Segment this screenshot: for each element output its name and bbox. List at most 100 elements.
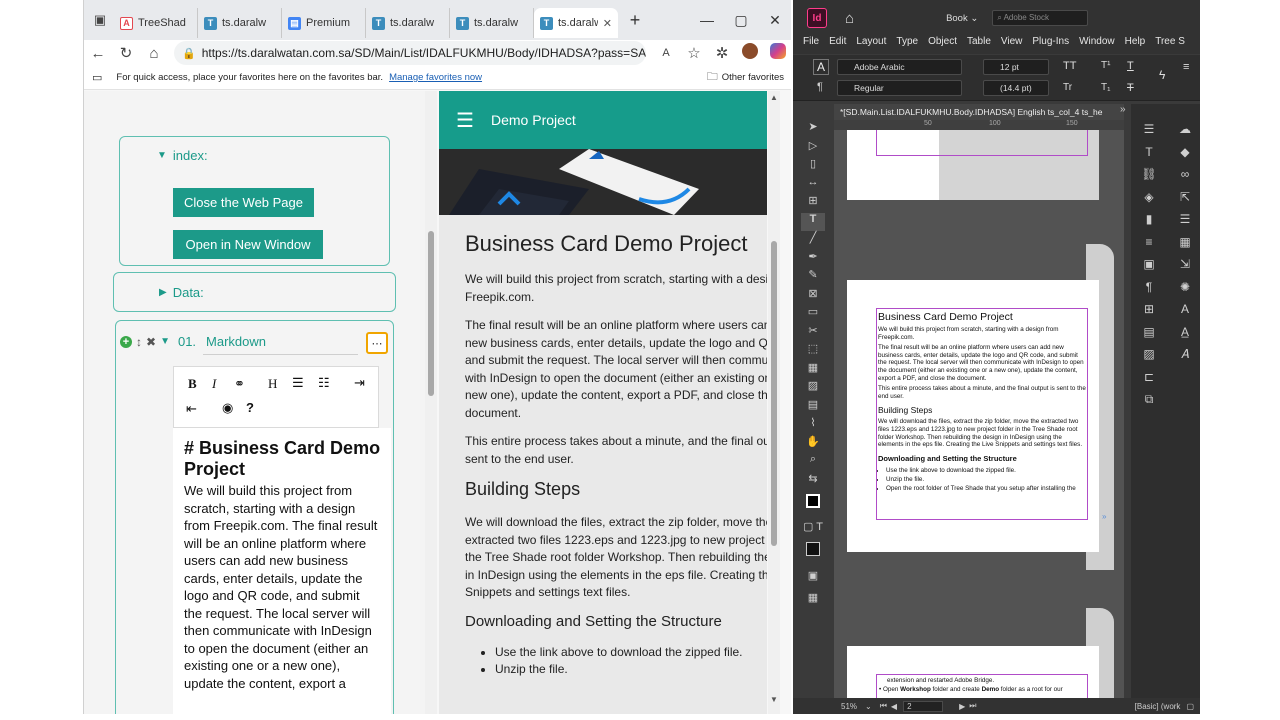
last-page-icon[interactable]: ⏭ — [969, 701, 976, 711]
data-node-header[interactable]: ▶ Data: — [159, 285, 204, 300]
scissors-tool-icon[interactable]: ✂ — [801, 324, 825, 343]
close-web-page-button[interactable]: Close the Web Page — [173, 188, 314, 217]
browser-tab-4[interactable]: T ts.daralw — [450, 8, 534, 38]
rectangle-frame-tool-icon[interactable]: ⊠ — [801, 287, 825, 306]
pencil-tool-icon[interactable]: ✎ — [801, 268, 825, 287]
help-icon[interactable]: ? — [246, 400, 254, 415]
heading-icon[interactable]: H — [268, 376, 277, 392]
scrollbar-thumb[interactable] — [771, 241, 777, 546]
font-family-field[interactable]: Adobe Arabic — [837, 59, 962, 75]
preview-mode-icon[interactable]: ▦ — [801, 591, 825, 610]
bookmarks-panel-icon[interactable]: ▮ — [1139, 208, 1159, 231]
lightning-icon[interactable]: ϟ — [1159, 68, 1165, 82]
adobe-stock-search[interactable]: ⌕ Adobe Stock — [992, 10, 1089, 26]
text-frame[interactable]: Business Card Demo Project We will build… — [876, 308, 1088, 520]
character-styles-icon[interactable]: A̲ — [1174, 321, 1196, 344]
subscript-icon[interactable]: T₁ — [1101, 82, 1110, 93]
links-panel-icon[interactable]: ⛓ — [1139, 163, 1159, 186]
leading-field[interactable]: (14.4 pt) — [983, 80, 1049, 96]
paragraph-styles-icon[interactable]: 𝐴 — [1174, 343, 1196, 366]
line-tool-icon[interactable]: ╱ — [801, 231, 825, 250]
workspaces-icon[interactable]: ▣ — [86, 12, 114, 28]
add-icon[interactable]: + — [120, 335, 132, 348]
next-page-icon[interactable]: ▶ — [959, 702, 965, 711]
scroll-down-icon[interactable]: ▼ — [770, 695, 778, 704]
stack-panel-icon[interactable]: ◆ — [1174, 141, 1196, 164]
browser-tab-3[interactable]: T ts.daralw — [366, 8, 450, 38]
color-panel-icon[interactable]: ▨ — [1139, 343, 1159, 366]
cc-libraries-icon[interactable]: ▣ — [1139, 253, 1159, 276]
swatches-panel-icon[interactable]: ▤ — [1139, 321, 1159, 344]
formatting-affects-icon[interactable]: ▢ T — [801, 520, 825, 539]
character-mode-icon[interactable]: A — [813, 59, 830, 75]
zoom-level[interactable]: 51% — [841, 702, 857, 711]
document-tab[interactable]: *[SD.Main.List.IDALFUKMHU.Body.IDHADSA] … — [834, 104, 1124, 120]
extensions-icon[interactable]: ✲ — [708, 44, 736, 62]
workspace-switcher[interactable]: Book ⌄ — [946, 13, 978, 24]
menu-file[interactable]: File — [803, 36, 819, 54]
document-canvas[interactable]: 50 100 150 Business Card Demo Project We… — [834, 120, 1124, 698]
refresh-icon[interactable]: ↻ — [112, 44, 140, 62]
move-icon[interactable]: ↕ — [136, 335, 142, 349]
home-icon[interactable]: ⌂ — [140, 45, 168, 62]
normal-mode-icon[interactable] — [801, 539, 825, 569]
preflight-status[interactable]: [Basic] (work — [1135, 702, 1181, 711]
close-window-icon[interactable]: ✕ — [758, 12, 791, 29]
bullet-list-icon[interactable]: ☰ — [292, 375, 304, 391]
browser-tab-0[interactable]: A TreeShad — [114, 8, 198, 38]
underline-icon[interactable]: T — [1127, 60, 1134, 72]
preview-toggle-button[interactable]: ⋯ — [366, 332, 388, 354]
italic-icon[interactable]: I — [212, 376, 216, 392]
rectangle-tool-icon[interactable]: ▭ — [801, 305, 825, 324]
content-collector-icon[interactable]: ⊞ — [801, 194, 825, 213]
expanded-triangle-icon[interactable]: ▼ — [160, 336, 170, 347]
gradient-swatch-tool-icon[interactable]: ▦ — [801, 361, 825, 380]
type-tool-icon[interactable]: T — [801, 212, 825, 231]
screen-mode-icon[interactable]: ▣ — [801, 569, 825, 591]
overset-text-icon[interactable]: » — [1102, 512, 1106, 521]
minimize-icon[interactable]: — — [690, 12, 724, 28]
scroll-up-icon[interactable]: ▲ — [770, 93, 778, 102]
strikethrough-icon[interactable]: T — [1127, 82, 1134, 94]
zoom-dropdown-icon[interactable]: ⌄ — [865, 702, 872, 711]
menu-plug-ins[interactable]: Plug-Ins — [1032, 36, 1069, 54]
link-chain-icon[interactable]: ∞ — [1174, 163, 1196, 186]
align-panel-icon[interactable]: ⊏ — [1139, 366, 1159, 389]
copilot-icon[interactable] — [764, 43, 791, 63]
hyperlinks-panel-icon[interactable]: ≡ — [1139, 231, 1159, 254]
prev-page-icon[interactable]: ◀ — [891, 702, 897, 711]
gradient-feather-tool-icon[interactable]: ▨ — [801, 379, 825, 398]
superscript-icon[interactable]: T¹ — [1101, 60, 1110, 71]
pages-panel-icon[interactable]: ☰ — [1139, 118, 1159, 141]
delete-icon[interactable]: ✖ — [146, 335, 156, 349]
collapse-panels-icon[interactable]: » — [1120, 104, 1126, 115]
menu-lines-icon[interactable]: ☰ — [1174, 208, 1196, 231]
browser-tab-1[interactable]: T ts.daralw — [198, 8, 282, 38]
next-page-text-frame[interactable]: extension and restarted Adobe Bridge. • … — [876, 674, 1088, 698]
new-tab-icon[interactable]: + — [618, 10, 652, 31]
outdent-icon[interactable]: ⇤ — [186, 401, 197, 417]
preview-pane-scrollbar[interactable]: ▲ ▼ — [768, 91, 780, 714]
close-tab-icon[interactable]: ✕ — [603, 17, 612, 30]
browser-tab-5[interactable]: T ts.daralw ✕ — [534, 8, 618, 38]
numbered-list-icon[interactable]: ☷ — [318, 375, 330, 391]
first-page-icon[interactable]: ⏮ — [880, 701, 887, 711]
panel-menu-icon[interactable]: ≡ — [1183, 61, 1189, 73]
favorite-star-icon[interactable]: ☆ — [680, 44, 708, 62]
read-aloud-icon[interactable]: A — [652, 47, 680, 59]
font-size-field[interactable]: 12 pt — [983, 59, 1049, 75]
menu-table[interactable]: Table — [967, 36, 991, 54]
table-panel-icon[interactable]: ⊞ — [1139, 298, 1159, 321]
export-icon[interactable]: ⇱ — [1174, 186, 1196, 209]
address-bar[interactable]: 🔒 https://ts.daralwatan.com.sa/SD/Main/L… — [174, 41, 646, 65]
menu-object[interactable]: Object — [928, 36, 957, 54]
note-tool-icon[interactable]: ▤ — [801, 398, 825, 417]
menu-edit[interactable]: Edit — [829, 36, 846, 54]
gap-tool-icon[interactable]: ↔ — [801, 176, 825, 195]
menu-layout[interactable]: Layout — [856, 36, 886, 54]
menu-type[interactable]: Type — [896, 36, 918, 54]
eyedropper-tool-icon[interactable]: ⌇ — [801, 416, 825, 435]
zoom-tool-icon[interactable]: ⌕ — [801, 453, 825, 472]
page-number-field[interactable]: 2 — [903, 700, 944, 712]
selection-tool-icon[interactable]: ➤ — [801, 120, 825, 139]
